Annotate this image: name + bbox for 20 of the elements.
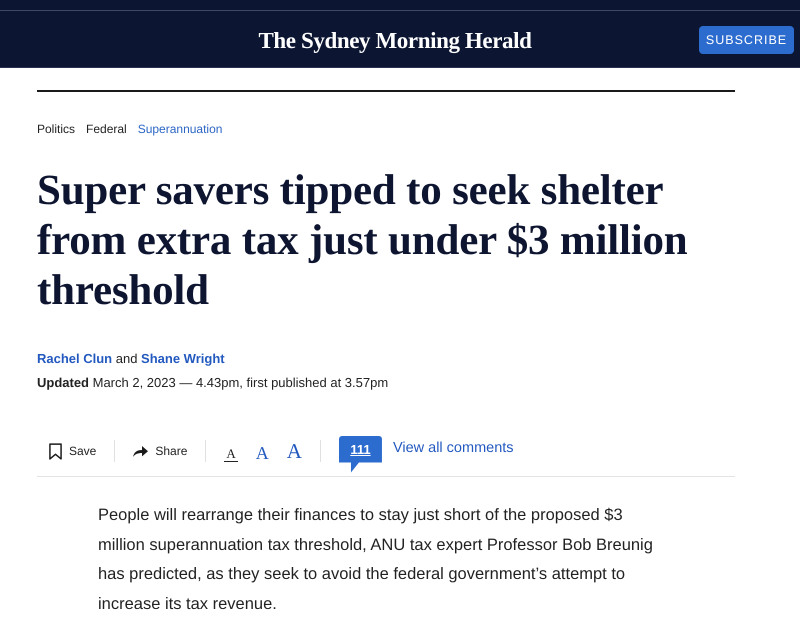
- breadcrumb-link[interactable]: Federal: [86, 122, 127, 136]
- breadcrumb-link[interactable]: Superannuation: [138, 122, 222, 136]
- text-size-button[interactable]: A: [224, 446, 238, 462]
- author-link[interactable]: Rachel Clun: [37, 351, 112, 366]
- article-paragraph: People will rearrange their finances to stay just short of the proposed $3 million superannuation tax threshold, ANU tax expert Professor Bob Breunig has predicted, as they seek to avoid the federal government’s attempt to increase its tax revenue.: [98, 505, 654, 614]
- breadcrumb-link[interactable]: Politics: [37, 122, 76, 136]
- share-button[interactable]: Share: [133, 444, 188, 458]
- subscribe-button[interactable]: SUBSCRIBE: [699, 26, 794, 54]
- save-button[interactable]: Save: [49, 442, 96, 460]
- share-arrow-icon: [133, 446, 148, 456]
- author-link[interactable]: Shane Wright: [141, 351, 225, 366]
- comments-link[interactable]: View all comments: [392, 440, 514, 456]
- text-size-button[interactable]: A: [286, 440, 302, 462]
- bookmark-icon: [49, 442, 62, 460]
- headline: Super savers tipped to seek shelter from extra tax just under $3 million threshold: [37, 166, 689, 316]
- masthead-logo[interactable]: The Sydney Morning Herald: [258, 28, 532, 54]
- text-size-button[interactable]: A: [256, 444, 269, 462]
- comment-count-badge[interactable]: 111: [338, 436, 382, 472]
- byline: Rachel Clun and Shane Wright: [37, 350, 226, 368]
- dateline: Updated March 2, 2023 — 4.43pm, first published at 3.57pm: [37, 374, 390, 392]
